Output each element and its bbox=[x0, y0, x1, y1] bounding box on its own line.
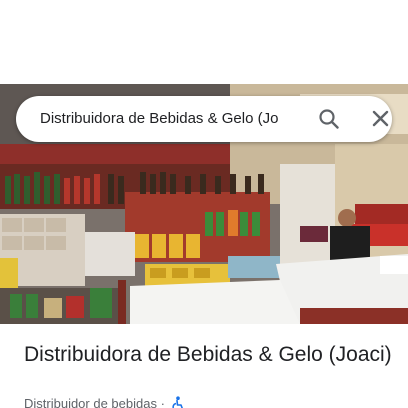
place-category-line: Distribuidor de bebidas · bbox=[24, 396, 394, 408]
category-separator: · bbox=[160, 396, 165, 408]
search-button[interactable] bbox=[314, 105, 344, 133]
search-input[interactable]: Distribuidora de Bebidas & Gelo (Jo bbox=[40, 96, 305, 142]
search-bar[interactable]: Distribuidora de Bebidas & Gelo (Jo bbox=[16, 96, 392, 142]
place-category: Distribuidor de bebidas bbox=[24, 396, 157, 408]
wheelchair-accessible-icon bbox=[171, 396, 185, 408]
search-icon bbox=[319, 109, 339, 129]
close-icon bbox=[372, 110, 389, 127]
close-button[interactable] bbox=[365, 105, 395, 133]
top-blank-area bbox=[0, 0, 408, 84]
place-title: Distribuidora de Bebidas & Gelo (Joaci) bbox=[24, 343, 392, 366]
